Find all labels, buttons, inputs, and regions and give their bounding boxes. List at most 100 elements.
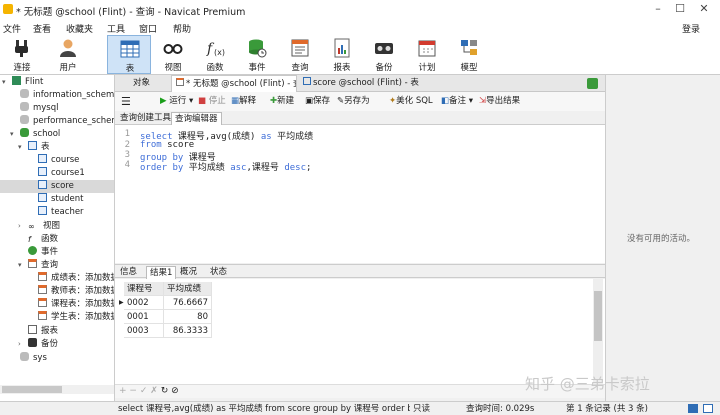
grid-edit-controls: + − ✓ ✗ ↻ ⊘ (119, 386, 179, 396)
tab-result1[interactable]: 结果1 (146, 266, 177, 279)
login-link[interactable]: 登录 (682, 22, 700, 35)
minimize-button[interactable]: – (650, 2, 666, 16)
view-label: 视图 (164, 63, 182, 73)
discard-icon[interactable]: ✗ (150, 386, 158, 396)
tree-tables-folder[interactable]: ▾ 表 (18, 141, 50, 154)
tree-table-score[interactable]: score (0, 180, 114, 193)
tree-reports-folder[interactable]: 报表 (28, 325, 58, 338)
stop-load-icon[interactable]: ⊘ (171, 386, 179, 396)
tree-table-course1[interactable]: course1 (38, 167, 85, 180)
report-button[interactable]: 报表 (320, 35, 364, 74)
note-button[interactable]: ◧备注 ▾ (441, 95, 473, 108)
scrollbar-thumb[interactable] (594, 291, 602, 341)
tab-status[interactable]: 状态 (207, 266, 230, 279)
column-header[interactable]: 平均成绩 (164, 282, 212, 296)
beautify-sql-button[interactable]: ✦美化 SQL (389, 95, 433, 108)
tree-table-student[interactable]: student (38, 193, 84, 206)
table-cell[interactable]: 0001 (124, 310, 164, 324)
tree-query-item[interactable]: 课程表：添加数据 (38, 298, 114, 311)
report-icon (28, 325, 37, 334)
apply-icon[interactable]: ✓ (140, 386, 148, 396)
form-view-icon[interactable] (703, 404, 713, 413)
close-button[interactable]: ✕ (696, 2, 712, 16)
tree-db-information-schema[interactable]: information_schema (20, 89, 114, 102)
table-cell[interactable]: 80 (164, 310, 212, 324)
tree-folder-label: 事件 (41, 247, 59, 257)
sidebar-scrollbar[interactable] (0, 385, 114, 394)
view-button[interactable]: 视图 (151, 35, 195, 74)
tree-events-folder[interactable]: 事件 (28, 246, 58, 259)
tab-profile[interactable]: 概况 (177, 266, 200, 279)
save-as-button[interactable]: ✎另存为 (337, 95, 370, 108)
tree-db-school[interactable]: ▾ school (10, 128, 60, 141)
scrollbar-thumb[interactable] (2, 386, 62, 393)
delete-row-icon[interactable]: − (129, 386, 137, 396)
tree-connection-flint[interactable]: ▾ Flint (2, 76, 43, 89)
tree-views-folder[interactable]: › ∞ 视图 (18, 220, 60, 233)
run-button[interactable]: ▶ 运行 ▾ (160, 95, 193, 108)
menu-window[interactable]: 窗口 (139, 22, 157, 35)
tree-query-item[interactable]: 学生表：添加数据 (38, 311, 114, 324)
explain-button[interactable]: ▦解释 (231, 95, 256, 108)
connection-button[interactable]: 连接 (0, 35, 44, 74)
stop-button[interactable]: ■ 停止 (198, 95, 226, 108)
tab-score-table[interactable]: score @school (Flint) - 表 (299, 75, 429, 92)
collapse-icon[interactable]: ▾ (18, 141, 26, 154)
tree-backups-folder[interactable]: › 备份 (18, 338, 58, 351)
tab-query-builder[interactable]: 查询创建工具 (117, 112, 174, 125)
schedule-button[interactable]: 计划 (405, 35, 449, 74)
tree-query-item[interactable]: 成绩表：添加数据 (38, 272, 114, 285)
hamburger-menu-icon[interactable]: ☰ (121, 95, 131, 108)
menu-file[interactable]: 文件 (3, 22, 21, 35)
grid-view-icon[interactable] (688, 404, 698, 413)
menu-view[interactable]: 查看 (33, 22, 51, 35)
new-query-button[interactable]: ✚新建 (270, 95, 294, 108)
new-tab-plus-icon[interactable] (587, 78, 598, 89)
collapse-icon[interactable]: ▾ (18, 259, 26, 272)
navigation-tree: ▾ Flint information_schema mysql perform… (0, 75, 115, 401)
query-button[interactable]: 查询 (278, 35, 322, 74)
menu-tools[interactable]: 工具 (107, 22, 125, 35)
tab-query-editor[interactable]: 查询编辑器 (171, 112, 222, 125)
expand-icon[interactable]: › (18, 338, 26, 351)
tree-query-item[interactable]: 教师表：添加数据 (38, 285, 115, 298)
sql-editor[interactable]: 1 2 3 4 select 课程号,avg(成绩) as 平均成绩 from … (115, 125, 605, 263)
tree-db-performance-schema[interactable]: performance_schema (20, 115, 114, 128)
table-cell[interactable]: 0003 (124, 324, 164, 338)
line-number: 1 (124, 129, 130, 139)
table-icon (38, 193, 47, 202)
tree-table-teacher[interactable]: teacher (38, 206, 84, 219)
model-button[interactable]: 模型 (447, 35, 491, 74)
table-cell[interactable]: 0002 (124, 296, 164, 310)
menu-favorites[interactable]: 收藏夹 (66, 22, 93, 35)
event-button[interactable]: 事件 (235, 35, 279, 74)
add-row-icon[interactable]: + (119, 386, 127, 396)
function-button[interactable]: f (x) 函数 (193, 35, 237, 74)
table-button[interactable]: 表 (107, 35, 151, 74)
tab-objects[interactable]: 对象 (129, 75, 154, 92)
tree-db-mysql[interactable]: mysql (20, 102, 59, 115)
column-header[interactable]: 课程号 (124, 282, 164, 296)
tree-functions-folder[interactable]: f 函数 (28, 233, 58, 246)
tree-query-label: 教师表：添加数据 (51, 286, 115, 296)
save-button[interactable]: ▣保存 (305, 95, 330, 108)
tree-table-course[interactable]: course (38, 154, 79, 167)
maximize-button[interactable]: ☐ (672, 2, 688, 16)
expand-icon[interactable]: › (18, 220, 26, 233)
menu-help[interactable]: 帮助 (173, 22, 191, 35)
tab-query[interactable]: * 无标题 @school (Flint) - 查... (171, 75, 297, 92)
tree-queries-folder[interactable]: ▾ 查询 (18, 259, 58, 272)
collapse-icon[interactable]: ▾ (10, 128, 18, 141)
user-button[interactable]: 用户 (46, 35, 90, 74)
table-cell[interactable]: 86.3333 (164, 324, 212, 338)
table-cell[interactable]: 76.6667 (164, 296, 212, 310)
refresh-icon[interactable]: ↻ (161, 386, 169, 396)
backup-button[interactable]: 备份 (362, 35, 406, 74)
tab-info[interactable]: 信息 (117, 266, 140, 279)
table-icon (120, 40, 140, 58)
sql-keyword: asc (230, 163, 247, 173)
tree-db-sys[interactable]: sys (20, 352, 47, 365)
collapse-icon[interactable]: ▾ (2, 76, 10, 89)
export-result-button[interactable]: ⇲导出结果 (479, 95, 520, 108)
result-scrollbar[interactable] (593, 279, 603, 384)
